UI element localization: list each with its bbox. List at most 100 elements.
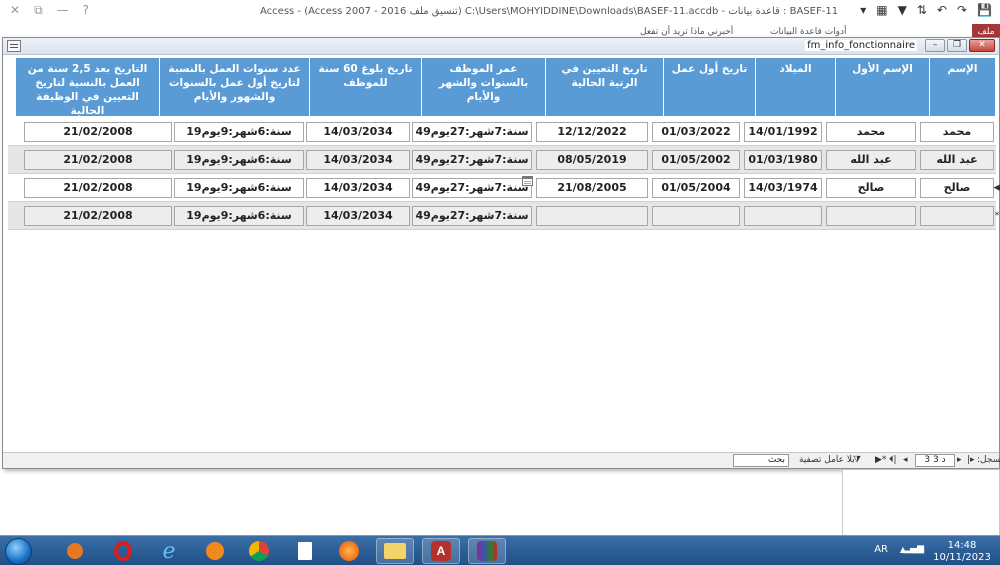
cell-date-age-60[interactable]: 14/03/2034 [306,150,410,170]
last-record-icon[interactable]: ⏴| [889,455,897,465]
form-restore-button[interactable]: ❐ [947,39,967,52]
previous-record-icon[interactable]: ▸ [957,455,962,465]
filter-icon[interactable]: ▼ [898,3,907,17]
internet-explorer-icon[interactable]: e [150,538,188,564]
clock-time: 14:48 [947,540,977,551]
chrome-icon[interactable] [240,538,278,564]
header-birth-date: الميلاد [756,58,836,116]
cell-date-after-2-5-years[interactable]: 21/02/2008 [24,150,172,170]
header-first-name: الإسم الأول [836,58,930,116]
record-selector[interactable] [993,146,1000,174]
quick-access-toolbar: ▾ ▦ ▼ ⇅ ↶ ↷ 💾 [860,3,992,17]
firefox-icon[interactable] [330,538,368,564]
form-close-button[interactable]: ✕ [969,39,995,52]
cell-service-years[interactable]: 19سنة:6شهر:9يوم [174,150,304,170]
sort-icon[interactable]: ⇅ [917,3,927,17]
cell-first-name[interactable]: صالح [826,178,916,198]
form-minimize-button[interactable]: – [925,39,945,52]
filter-icon[interactable]: ⧩ [853,455,861,465]
cell-date-age-60[interactable]: 14/03/2034 [306,206,410,226]
table-row[interactable]: 21/02/2008 19سنة:6شهر:9يوم 14/03/2034 49… [8,174,996,202]
cell-first-name[interactable]: عبد الله [826,150,916,170]
redo-icon[interactable]: ↷ [957,3,967,17]
tab-database-tools[interactable]: أدوات قاعدة البيانات [770,27,847,37]
header-name: الإسم [930,58,996,116]
first-record-icon[interactable]: |▸ [967,455,975,465]
next-record-icon[interactable]: ◂ [903,455,908,465]
clock[interactable]: 14:48 10/11/2023 [932,540,992,564]
cell-employee-age[interactable]: 49سنة:7شهر:27يوم [412,178,532,198]
save-icon[interactable]: 💾 [977,3,992,17]
cell-first-name[interactable]: محمد [826,122,916,142]
cell-employee-age[interactable]: 49سنة:7شهر:27يوم [412,150,532,170]
network-icon[interactable]: ▂▄▆ [903,544,924,554]
opera-icon[interactable] [104,538,142,564]
table-row-new[interactable]: 21/02/2008 19سنة:6شهر:9يوم 14/03/2034 49… [8,202,996,230]
app-title-bar: ✕ ⧉ — ? Access - (Access 2007 - 2016 تنس… [0,0,1000,24]
cell-first-name[interactable] [826,206,916,226]
date-picker-icon[interactable] [522,176,533,186]
cell-appointment-date[interactable]: 12/12/2022 [536,122,648,142]
undo-icon[interactable]: ↶ [937,3,947,17]
record-navigation-bar: بحث بلا عامل تصفية ⧩ ▶* ⏴| ◂ 3 د 3 ▸ |▸ … [3,452,1000,468]
header-employee-age: عمر الموظف بالسنوات والشهر والأيام [422,58,546,116]
cell-appointment-date[interactable] [536,206,648,226]
tab-tell-me[interactable]: أخبرني ماذا تريد أن تفعل [640,27,733,37]
cell-first-work-date[interactable]: 01/05/2002 [652,150,740,170]
help-icon[interactable]: ? [83,3,89,18]
cell-name[interactable]: صالح [920,178,994,198]
cell-first-work-date[interactable]: 01/05/2004 [652,178,740,198]
close-icon[interactable]: ✕ [10,3,20,18]
taskbar: e A AR ▲ ▂▄▆ 14:48 10/11/2023 [0,535,1000,565]
header-date-age-60: تاريخ بلوغ 60 سنة للموظف [310,58,422,116]
new-record-icon[interactable]: ▶* [875,455,886,465]
header-date-after-2-5-years: التاريخ بعد 2,5 سنة من العمل بالنسبة لتا… [16,58,160,116]
customize-qat-icon[interactable]: ▾ [860,3,866,17]
cell-service-years[interactable]: 19سنة:6شهر:9يوم [174,206,304,226]
current-record-indicator[interactable]: ◀ [993,174,1000,202]
avast-icon[interactable] [196,538,234,564]
form-name: fm_info_fonctionnaire [805,40,917,51]
language-indicator[interactable]: AR [874,544,888,555]
table-row[interactable]: 21/02/2008 19سنة:6شهر:9يوم 14/03/2034 49… [8,118,996,146]
cell-service-years[interactable]: 19سنة:6شهر:9يوم [174,178,304,198]
cell-birth-date[interactable]: 14/01/1992 [744,122,822,142]
winrar-icon[interactable] [468,538,506,564]
cell-date-age-60[interactable]: 14/03/2034 [306,178,410,198]
cell-birth-date[interactable] [744,206,822,226]
table-row[interactable]: 21/02/2008 19سنة:6شهر:9يوم 14/03/2034 49… [8,146,996,174]
file-icon[interactable] [286,538,324,564]
table-icon[interactable]: ▦ [876,3,887,17]
cell-employee-age[interactable]: 49سنة:7شهر:27يوم [412,122,532,142]
cell-date-after-2-5-years[interactable]: 21/02/2008 [24,206,172,226]
header-first-work-date: تاريخ أول عمل [664,58,756,116]
cell-employee-age[interactable]: 49سنة:7شهر:27يوم [412,206,532,226]
cell-service-years[interactable]: 19سنة:6شهر:9يوم [174,122,304,142]
form-window: fm_info_fonctionnaire – ❐ ✕ التاريخ بعد … [2,37,1000,469]
cell-first-work-date[interactable] [652,206,740,226]
start-button[interactable] [5,538,32,565]
search-input[interactable]: بحث [733,454,789,467]
cell-date-after-2-5-years[interactable]: 21/02/2008 [24,178,172,198]
cell-name[interactable] [920,206,994,226]
cell-birth-date[interactable]: 01/03/1980 [744,150,822,170]
cell-name[interactable]: محمد [920,122,994,142]
cell-first-work-date[interactable]: 01/03/2022 [652,122,740,142]
cell-name[interactable]: عبد الله [920,150,994,170]
cell-appointment-date[interactable]: 08/05/2019 [536,150,648,170]
access-icon[interactable]: A [422,538,460,564]
record-position-input[interactable]: 3 د 3 [915,454,955,467]
cell-date-age-60[interactable]: 14/03/2034 [306,122,410,142]
record-selector[interactable] [993,118,1000,146]
cell-appointment-date[interactable]: 21/08/2005 [536,178,648,198]
media-player-icon[interactable] [56,538,94,564]
restore-icon[interactable]: ⧉ [34,3,43,18]
minimize-icon[interactable]: — [57,3,69,18]
file-explorer-icon[interactable] [376,538,414,564]
new-record-indicator[interactable]: * [993,202,1000,230]
form-icon[interactable] [7,40,21,52]
filter-status[interactable]: بلا عامل تصفية [799,455,855,465]
clock-date: 10/11/2023 [933,552,991,563]
cell-date-after-2-5-years[interactable]: 21/02/2008 [24,122,172,142]
cell-birth-date[interactable]: 14/03/1974 [744,178,822,198]
